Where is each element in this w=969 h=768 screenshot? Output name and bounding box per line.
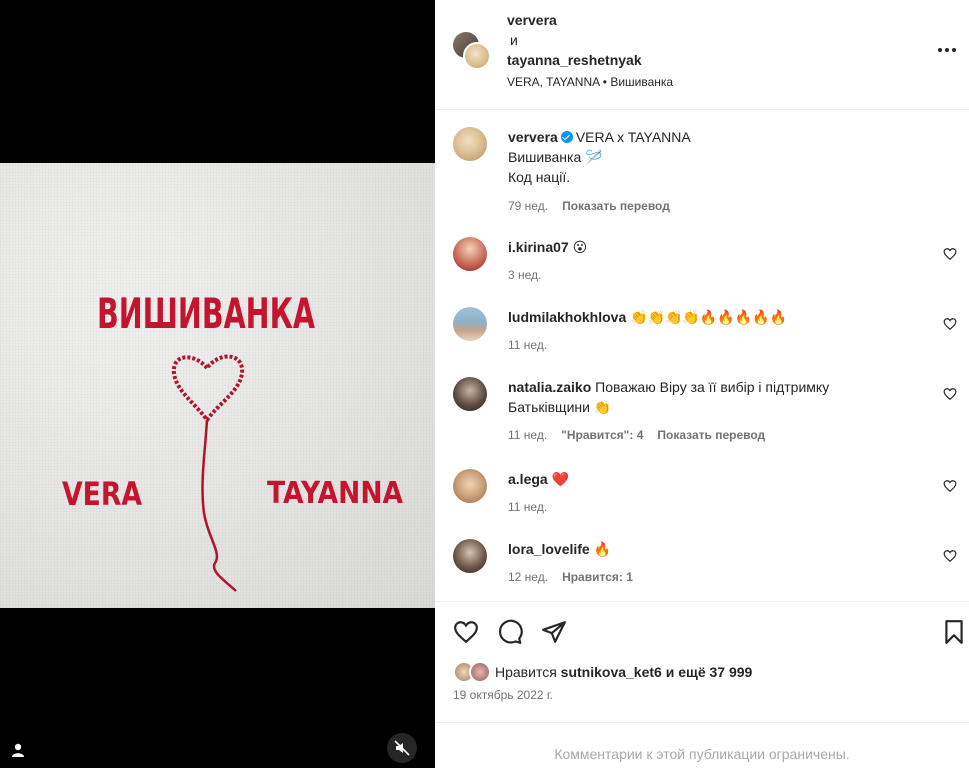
avatar bbox=[463, 42, 491, 70]
comment-text: 👏👏👏👏🔥🔥🔥🔥🔥 bbox=[630, 309, 788, 325]
like-comment-heart-icon[interactable] bbox=[943, 317, 957, 331]
translate-button[interactable]: Показать перевод bbox=[562, 199, 670, 213]
comment-likes-count[interactable]: "Нравится": 4 bbox=[561, 428, 643, 442]
post-header: ververa и tayanna_reshetnyak VERA, TAYAN… bbox=[435, 0, 969, 110]
caption-username[interactable]: ververa bbox=[508, 129, 558, 145]
avatar bbox=[469, 661, 491, 683]
caption-line1: VERA x TAYANNA bbox=[575, 129, 691, 145]
avatar[interactable] bbox=[453, 469, 487, 503]
comments-limited-notice: Комментарии к этой публикации ограничены… bbox=[435, 722, 969, 768]
avatar[interactable] bbox=[453, 377, 487, 411]
author-username[interactable]: ververa bbox=[507, 12, 557, 28]
heart-embroidery bbox=[171, 354, 245, 424]
comment-username[interactable]: i.kirina07 bbox=[508, 239, 569, 255]
comment-username[interactable]: a.lega bbox=[508, 471, 548, 487]
like-comment-heart-icon[interactable] bbox=[943, 549, 957, 563]
like-comment-heart-icon[interactable] bbox=[943, 479, 957, 493]
and-label: и bbox=[510, 32, 518, 48]
avatar[interactable] bbox=[453, 539, 487, 573]
verified-badge-icon bbox=[560, 131, 573, 143]
speaker-muted-icon bbox=[394, 740, 410, 756]
comment-time[interactable]: 11 нед. bbox=[508, 500, 547, 514]
post-actions-bar bbox=[435, 601, 969, 661]
comment-time[interactable]: 12 нед. bbox=[508, 570, 548, 584]
avatar[interactable] bbox=[453, 237, 487, 271]
audio-attribution[interactable]: VERA, TAYANNA • Вишиванка bbox=[507, 72, 673, 92]
more-horizontal-icon bbox=[938, 48, 956, 52]
caption-line2: Вишиванка 🪡 bbox=[508, 149, 603, 165]
share-paper-plane-icon[interactable] bbox=[541, 619, 567, 645]
post-date[interactable]: 19 октябрь 2022 г. bbox=[453, 688, 553, 702]
embroidery-vera: VERA bbox=[62, 475, 142, 513]
likes-prefix: Нравится bbox=[495, 664, 557, 680]
comment-text: 🔥 bbox=[593, 541, 612, 557]
mute-audio-button[interactable] bbox=[387, 733, 417, 763]
comment-likes-count[interactable]: Нравится: 1 bbox=[562, 570, 633, 584]
likes-summary[interactable]: Нравится sutnikova_ket6 и ещё 37 999 bbox=[453, 660, 752, 684]
likes-count[interactable]: и ещё 37 999 bbox=[666, 664, 753, 680]
post-media[interactable]: ВИШИВАНКА VERA TAYANNA bbox=[0, 0, 435, 768]
comment-text: ❤️ bbox=[551, 471, 570, 487]
collaborator-username[interactable]: tayanna_reshetnyak bbox=[507, 52, 642, 68]
translate-button[interactable]: Показать перевод bbox=[657, 428, 765, 442]
bookmark-save-icon[interactable] bbox=[941, 619, 967, 645]
tagged-users-icon[interactable] bbox=[9, 741, 27, 759]
liker-avatars bbox=[453, 660, 493, 684]
like-comment-heart-icon[interactable] bbox=[943, 247, 957, 261]
comment-time[interactable]: 11 нед. bbox=[508, 338, 547, 352]
more-options-button[interactable] bbox=[935, 38, 959, 62]
like-heart-icon[interactable] bbox=[453, 619, 479, 645]
comment-text: 😮 bbox=[572, 239, 588, 255]
caption-line3: Код нації. bbox=[508, 169, 571, 185]
avatar[interactable] bbox=[453, 127, 487, 161]
post-image: ВИШИВАНКА VERA TAYANNA bbox=[0, 163, 435, 608]
embroidery-tayanna: TAYANNA bbox=[267, 476, 404, 511]
like-comment-heart-icon[interactable] bbox=[943, 387, 957, 401]
post-sidebar: ververa и tayanna_reshetnyak VERA, TAYAN… bbox=[435, 0, 969, 768]
comment-username[interactable]: ludmilakhokhlova bbox=[508, 309, 626, 325]
comment-time[interactable]: 3 нед. bbox=[508, 268, 541, 282]
thread-line bbox=[201, 419, 237, 592]
caption-time[interactable]: 79 нед. bbox=[508, 199, 548, 213]
comment-time[interactable]: 11 нед. bbox=[508, 428, 547, 442]
embroidery-artwork: ВИШИВАНКА VERA TAYANNA bbox=[62, 289, 404, 592]
comment-username[interactable]: lora_lovelife bbox=[508, 541, 590, 557]
collab-avatars[interactable] bbox=[453, 32, 493, 72]
liker-username[interactable]: sutnikova_ket6 bbox=[561, 664, 662, 680]
embroidery-title: ВИШИВАНКА bbox=[97, 289, 315, 338]
comment-bubble-icon[interactable] bbox=[497, 619, 523, 645]
comment-username[interactable]: natalia.zaiko bbox=[508, 379, 591, 395]
avatar[interactable] bbox=[453, 307, 487, 341]
